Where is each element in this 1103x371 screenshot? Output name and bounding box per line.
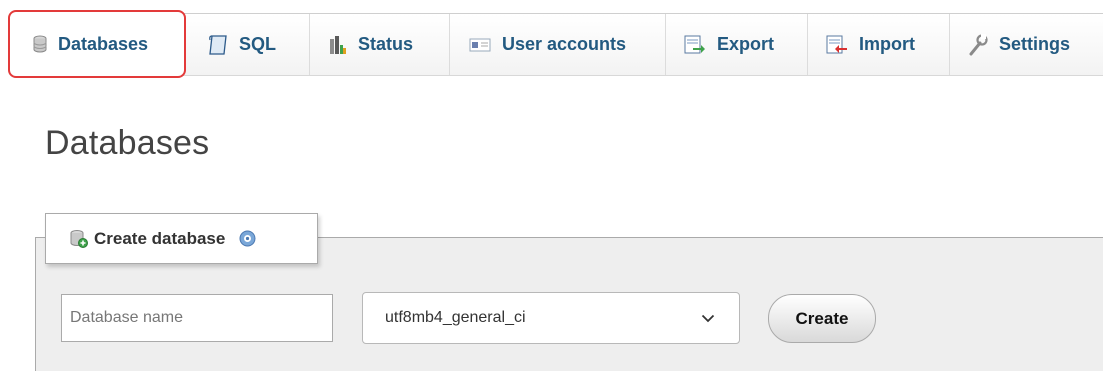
export-icon [684, 35, 706, 55]
database-name-input[interactable] [61, 294, 333, 342]
import-icon [826, 35, 848, 55]
tab-label: Export [717, 34, 775, 54]
create-button[interactable]: Create [768, 294, 876, 343]
collation-select-value: utf8mb4_general_ci [385, 309, 526, 326]
sql-icon [208, 34, 228, 56]
tab-label: Settings [999, 34, 1071, 54]
tab-label: SQL [239, 34, 277, 54]
page-title: Databases [45, 124, 210, 162]
collation-select[interactable]: utf8mb4_general_ci [362, 292, 740, 344]
top-tab-bar: Databases SQL Status User accounts Expor… [0, 0, 1103, 88]
tab-label: Status [358, 34, 414, 54]
create-database-legend: Create database [45, 213, 318, 264]
database-icon [33, 35, 47, 53]
tab-status[interactable]: Status [310, 14, 450, 75]
tab-label: User accounts [502, 34, 627, 54]
tab-label: Databases [58, 33, 149, 54]
create-database-legend-label: Create database [94, 228, 226, 248]
wrench-icon [968, 33, 988, 56]
tab-settings[interactable]: Settings [950, 14, 1103, 75]
tab-import[interactable]: Import [808, 14, 950, 75]
tab-export[interactable]: Export [666, 14, 808, 75]
create-database-icon [69, 229, 89, 249]
tab-databases[interactable]: Databases [8, 10, 186, 78]
status-chart-icon [329, 35, 347, 55]
tab-sql[interactable]: SQL [190, 14, 310, 75]
tab-user-accounts[interactable]: User accounts [450, 14, 666, 75]
user-accounts-icon [469, 38, 491, 52]
help-icon[interactable] [239, 230, 256, 247]
tab-label: Import [859, 34, 915, 54]
chevron-down-icon [701, 314, 715, 323]
